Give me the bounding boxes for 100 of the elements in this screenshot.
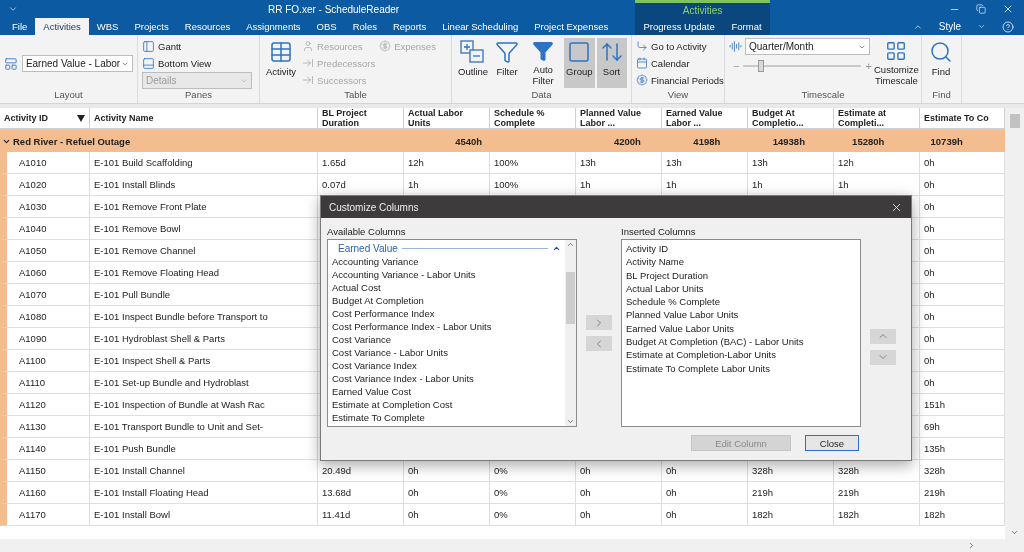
column-header[interactable]: Activity ID — [0, 108, 90, 130]
inserted-columns-list[interactable] — [621, 239, 861, 427]
list-item[interactable]: Cost Variance - Labor Units — [332, 346, 561, 359]
pane-button[interactable]: Bottom View — [142, 55, 252, 71]
list-item[interactable]: Estimate at Completion-Labor Units — [626, 348, 856, 362]
list-item[interactable]: Cost Variance Index — [332, 359, 561, 372]
column-header[interactable]: Estimate To Co — [920, 108, 1005, 130]
list-item[interactable]: Accounting Variance — [332, 255, 561, 268]
ribbon-tab[interactable]: Project Expenses — [526, 18, 617, 35]
column-header[interactable]: BL Project Duration — [318, 108, 404, 130]
list-item[interactable]: Estimate To Complete Labor Units — [626, 361, 856, 375]
ribbon-tab[interactable]: Resources — [176, 18, 239, 35]
list-item[interactable]: BL Project Duration — [626, 268, 856, 282]
ribbon-tab[interactable]: Reports — [384, 18, 435, 35]
table-cell: E-101 Remove Channel — [94, 245, 196, 256]
find-button[interactable]: Find — [926, 38, 956, 88]
ribbon-tab[interactable]: Assignments — [238, 18, 309, 35]
table-cell: 1h — [666, 179, 677, 190]
ribbon-tab[interactable]: Linear Scheduling — [434, 18, 527, 35]
activity-button[interactable]: Activity — [264, 38, 299, 88]
list-item[interactable]: Estimate at Completion Cost — [332, 398, 561, 411]
calendar-icon — [636, 57, 648, 69]
slider-thumb[interactable] — [758, 60, 765, 72]
list-item[interactable]: Activity ID — [626, 242, 856, 256]
style-menu[interactable]: Style — [938, 21, 961, 32]
table-cell: 13h — [580, 157, 596, 168]
pane-button[interactable]: Gantt — [142, 38, 252, 54]
table-cell: 69h — [924, 421, 940, 432]
vertical-scrollbar[interactable] — [1005, 108, 1024, 539]
remove-column-button[interactable] — [586, 336, 612, 351]
chevron-down-icon — [1010, 528, 1019, 537]
column-header[interactable]: Earned Value Labor ... — [662, 108, 748, 130]
add-column-button[interactable] — [586, 315, 612, 330]
list-item[interactable]: Cost Variance Index - Labor Units — [332, 372, 561, 385]
available-columns-list[interactable] — [327, 239, 577, 427]
view-button[interactable]: Calendar — [636, 55, 724, 71]
table-cell: A1150 — [19, 465, 46, 476]
view-button[interactable]: Financial Periods — [636, 72, 724, 88]
ribbon-tab[interactable]: Activities — [35, 18, 89, 35]
move-up-button[interactable] — [870, 328, 896, 344]
list-item[interactable]: Schedule % Complete — [626, 295, 856, 309]
list-item[interactable]: Estimate To Complete — [332, 411, 561, 424]
list-item[interactable]: Cost Variance — [332, 333, 561, 346]
table-cell: 1.65d — [322, 157, 346, 168]
customize-timescale-button[interactable]: Customize Timescale — [875, 38, 917, 88]
table-cell: E-101 Remove Floating Head — [94, 267, 220, 278]
layout-dropdown[interactable]: Earned Value - Labor — [21, 55, 133, 72]
ribbon-tab[interactable]: Projects — [126, 18, 177, 35]
zoom-out-sign: − — [733, 60, 740, 72]
table-cell: 0h — [924, 179, 935, 190]
list-item[interactable]: Actual Labor Units — [626, 281, 856, 296]
table-cell: 0h — [408, 487, 419, 498]
ribbon-button[interactable]: Auto Filter — [524, 38, 563, 88]
list-item[interactable]: Accounting Variance - Labor Units — [332, 268, 561, 281]
list-label: Inserted Columns — [621, 226, 697, 239]
ribbon-tab[interactable]: Roles — [344, 18, 385, 35]
horizontal-scrollbar[interactable] — [0, 539, 1024, 552]
table-cell: 1h — [580, 179, 591, 190]
panel-icon — [142, 39, 155, 53]
list-item[interactable]: Earned Value Cost — [332, 385, 561, 398]
column-header[interactable]: Estimate at Completi... — [834, 108, 920, 130]
column-header[interactable]: Actual Labor Units — [404, 108, 490, 130]
list-item[interactable]: Budget At Completion (BAC) - Labor Units — [626, 335, 856, 349]
list-item[interactable]: Budget At Completion — [332, 294, 561, 307]
table-cell: 328h — [752, 465, 774, 476]
list-item[interactable]: Cost Performance Index - Labor Units — [332, 320, 561, 333]
list-item[interactable]: Earned Value Labor Units — [626, 321, 856, 336]
restore-icon — [976, 4, 986, 14]
list-item[interactable]: Actual Cost — [332, 281, 561, 294]
view-button[interactable]: Go to Activity — [636, 38, 724, 54]
ribbon-button[interactable]: Sort — [596, 38, 627, 88]
ribbon-tab[interactable]: File — [4, 18, 36, 35]
dialog-button[interactable]: Close — [805, 435, 859, 451]
scroll-thumb[interactable] — [1009, 114, 1020, 128]
list-item[interactable]: Planned Value Labor Units — [626, 308, 856, 322]
ribbon-tab[interactable]: OBS — [308, 18, 345, 35]
ribbon-button[interactable]: Group — [564, 38, 595, 88]
move-down-button[interactable] — [870, 349, 896, 365]
table-cell: 219h — [924, 487, 946, 498]
table-cell: 328h — [924, 465, 946, 476]
column-header[interactable]: Activity Name — [90, 108, 318, 130]
table-cell: 0h — [924, 157, 935, 168]
caret-icon — [977, 22, 986, 31]
table-cell: 182h — [924, 509, 946, 520]
column-header[interactable]: Planned Value Labor ... — [576, 108, 662, 130]
timescale-dropdown[interactable]: Quarter/Month — [745, 38, 870, 55]
table-cell: E-101 Pull Bundle — [94, 289, 171, 300]
ribbon-button[interactable]: Filter — [492, 38, 523, 88]
table-cell: 0h — [580, 509, 591, 520]
table-cell: A1080 — [19, 311, 47, 322]
list-item[interactable]: Cost Performance Index — [332, 307, 561, 320]
table-cell: 0h — [580, 465, 591, 476]
scroll-thumb[interactable] — [566, 272, 575, 324]
column-header[interactable]: Schedule % Complete — [490, 108, 576, 130]
ribbon-button[interactable]: Outline — [456, 38, 491, 88]
arrow-icon — [302, 74, 315, 86]
column-header[interactable]: Budget At Completio... — [748, 108, 834, 130]
list-item[interactable]: Activity Name — [626, 255, 856, 269]
table-cell: 12h — [838, 157, 854, 168]
ribbon-tab[interactable]: WBS — [88, 18, 127, 35]
